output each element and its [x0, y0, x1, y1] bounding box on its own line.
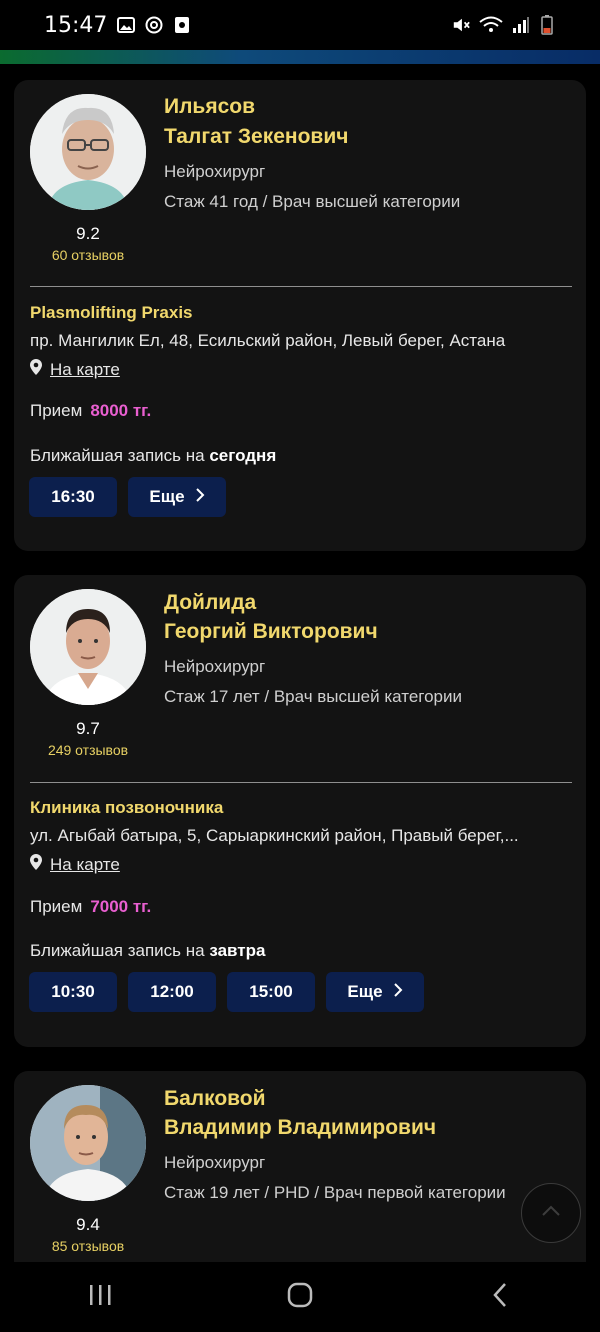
price-row: Прием 8000 тг.	[30, 401, 151, 421]
next-label: Ближайшая запись на	[30, 941, 205, 960]
clinic-address: пр. Мангилик Ел, 48, Есильский район, Ле…	[30, 331, 506, 350]
reviews-count[interactable]: 60 отзывов	[22, 247, 154, 263]
reviews-count[interactable]: 249 отзывов	[22, 742, 154, 758]
next-label: Ближайшая запись на	[30, 446, 205, 465]
wifi-icon	[478, 16, 504, 34]
image-icon	[117, 16, 136, 34]
clinic-name[interactable]: Клиника позвоночника	[30, 798, 223, 818]
home-button[interactable]	[260, 1272, 340, 1322]
clinic-name[interactable]: Plasmolifting Praxis	[30, 303, 193, 323]
status-time: 15:47	[44, 12, 108, 38]
divider	[30, 782, 572, 783]
more-label: Еще	[347, 982, 383, 1001]
doctor-name-last[interactable]: Балковой	[164, 1084, 266, 1114]
doctor-card[interactable]: 9.2 60 отзывов Ильясов Талгат Зекенович …	[14, 80, 586, 551]
map-pin-icon	[30, 359, 42, 380]
home-icon	[286, 1281, 314, 1314]
system-nav-bar	[0, 1262, 600, 1332]
app-icon	[173, 16, 191, 34]
rating-value: 9.2	[76, 224, 100, 243]
recent-apps-button[interactable]	[60, 1272, 140, 1322]
doctor-specialty: Нейрохирург	[164, 162, 266, 181]
doctor-name-first[interactable]: Владимир Владимирович	[164, 1113, 436, 1143]
map-link-label[interactable]: На карте	[50, 360, 120, 380]
doctor-experience: Стаж 19 лет / PHD / Врач первой категори…	[164, 1183, 506, 1202]
price-value: 7000 тг.	[90, 897, 152, 916]
doctor-name-last[interactable]: Ильясов	[164, 92, 255, 122]
status-bar: 15:47	[0, 0, 600, 50]
next-day: сегодня	[209, 446, 277, 465]
doctor-specialty: Нейрохирург	[164, 1153, 266, 1172]
battery-icon	[538, 15, 556, 35]
doctor-specialty: Нейрохирург	[164, 657, 266, 676]
doctor-name-first[interactable]: Георгий Викторович	[164, 617, 378, 647]
doctor-avatar	[30, 1085, 146, 1201]
chevron-right-icon	[393, 982, 403, 1003]
doctor-avatar	[30, 589, 146, 705]
doctor-card[interactable]: 9.7 249 отзывов Дойлида Георгий Викторов…	[14, 575, 586, 1047]
next-appointment: Ближайшая запись на сегодня	[30, 446, 276, 466]
clinic-address: ул. Агыбай батыра, 5, Сарыаркинский райо…	[30, 826, 519, 845]
back-button[interactable]	[460, 1272, 540, 1322]
price-value: 8000 тг.	[90, 401, 152, 420]
rating-value: 9.7	[76, 719, 100, 738]
signal-icon	[512, 16, 530, 34]
time-slot-button[interactable]: 15:00	[227, 972, 315, 1012]
recent-apps-icon	[87, 1283, 113, 1312]
mute-icon	[452, 16, 470, 34]
price-label: Прием	[30, 401, 83, 420]
back-icon	[492, 1282, 508, 1313]
more-label: Еще	[149, 487, 185, 506]
divider	[30, 286, 572, 287]
price-row: Прием 7000 тг.	[30, 897, 151, 917]
next-day: завтра	[209, 941, 266, 960]
map-link[interactable]: На карте	[30, 854, 120, 875]
doctor-name-last[interactable]: Дойлида	[164, 588, 256, 618]
accent-strip	[0, 50, 600, 64]
time-slot-button[interactable]: 16:30	[29, 477, 117, 517]
doctor-experience: Стаж 17 лет / Врач высшей категории	[164, 687, 463, 706]
next-appointment: Ближайшая запись на завтра	[30, 941, 265, 961]
more-slots-button[interactable]: Еще	[128, 477, 226, 517]
rating-value: 9.4	[76, 1215, 100, 1234]
price-label: Прием	[30, 897, 83, 916]
chevron-right-icon	[195, 487, 205, 508]
doctor-avatar	[30, 94, 146, 210]
chevron-up-icon	[541, 1204, 561, 1222]
at-icon	[145, 16, 163, 34]
time-slot-button[interactable]: 12:00	[128, 972, 216, 1012]
scroll-to-top-button[interactable]	[521, 1183, 581, 1243]
reviews-count[interactable]: 85 отзывов	[22, 1238, 154, 1254]
doctor-experience: Стаж 41 год / Врач высшей категории	[164, 192, 461, 211]
doctor-name-first[interactable]: Талгат Зекенович	[164, 122, 348, 152]
map-pin-icon	[30, 854, 42, 875]
time-slot-button[interactable]: 10:30	[29, 972, 117, 1012]
more-slots-button[interactable]: Еще	[326, 972, 424, 1012]
map-link-label[interactable]: На карте	[50, 855, 120, 875]
map-link[interactable]: На карте	[30, 359, 120, 380]
